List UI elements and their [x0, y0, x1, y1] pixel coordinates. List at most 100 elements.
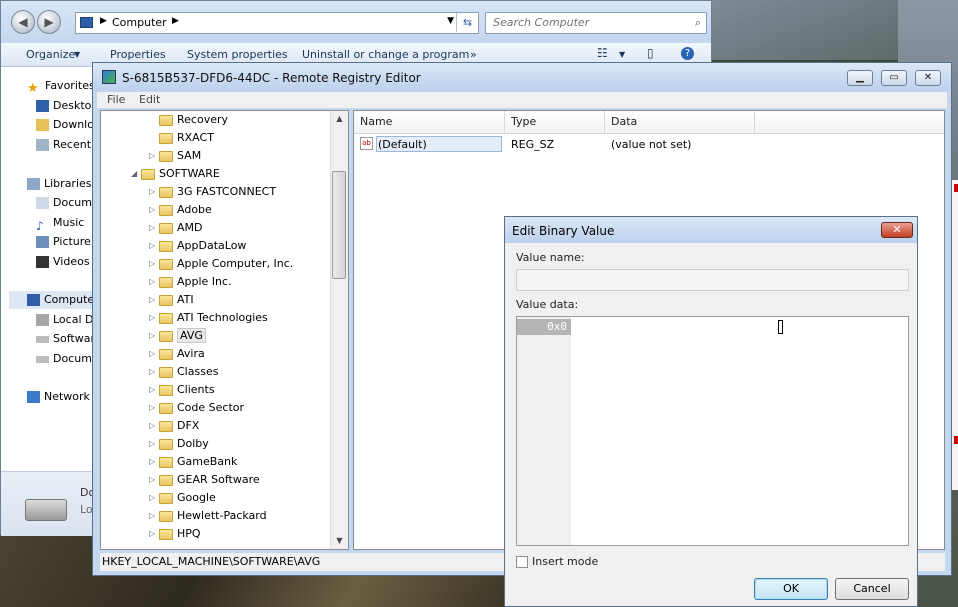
search-box[interactable]: ⌕	[485, 12, 707, 34]
column-type[interactable]: Type	[511, 115, 536, 128]
tree-item[interactable]: ▷ Apple Computer, Inc.	[149, 255, 293, 273]
tree-item[interactable]: ▷ Google	[149, 489, 216, 507]
minimize-button[interactable]: ▁	[847, 70, 873, 86]
dialog-close-button[interactable]: ✕	[881, 222, 913, 238]
help-icon[interactable]: ?	[681, 47, 694, 60]
column-data[interactable]: Data	[611, 115, 637, 128]
expander-icon[interactable]: ▷	[149, 255, 159, 273]
nav-downloads[interactable]: Downlo	[36, 116, 94, 134]
expander-icon[interactable]: ▷	[149, 471, 159, 489]
tree-item[interactable]: ▷ AppDataLow	[149, 237, 246, 255]
tree-item[interactable]: ▷ 3G FASTCONNECT	[149, 183, 276, 201]
system-properties-button[interactable]: System properties	[187, 48, 288, 61]
expander-icon[interactable]: ▷	[149, 363, 159, 381]
menu-edit[interactable]: Edit	[139, 93, 160, 106]
view-dropdown-icon[interactable]: ▼	[619, 50, 625, 59]
nav-music[interactable]: ♪ Music	[36, 214, 84, 233]
expander-icon[interactable]: ▷	[149, 237, 159, 255]
scroll-down-icon[interactable]: ▼	[331, 533, 348, 549]
expander-icon[interactable]: ▷	[149, 525, 159, 543]
registry-title-bar[interactable]: S-6815B537-DFD6-44DC - Remote Registry E…	[93, 63, 951, 91]
nav-pictures[interactable]: Picture	[36, 233, 91, 251]
nav-local-disk[interactable]: Local D	[36, 311, 93, 329]
tree-item[interactable]: ▷ SAM	[149, 147, 201, 165]
properties-button[interactable]: Properties	[110, 48, 166, 61]
expander-icon[interactable]: ▷	[149, 309, 159, 327]
view-options-icon[interactable]: ☷	[597, 46, 608, 60]
tree-scrollbar[interactable]: ▲ ▼	[330, 111, 348, 549]
tree-item[interactable]: ▷ Code Sector	[149, 399, 244, 417]
scroll-up-icon[interactable]: ▲	[331, 111, 348, 127]
uninstall-program-button[interactable]: Uninstall or change a program	[302, 48, 469, 61]
nav-recent[interactable]: Recent	[36, 136, 91, 154]
nav-libraries[interactable]: Libraries	[27, 175, 92, 193]
expander-icon[interactable]: ▷	[149, 453, 159, 471]
tree-item[interactable]: ▷ Clients	[149, 381, 215, 399]
tree-item[interactable]: ▷ Adobe	[149, 201, 212, 219]
more-toolbar-button[interactable]: »	[470, 48, 477, 61]
close-button[interactable]: ✕	[915, 70, 941, 86]
column-name[interactable]: Name	[360, 115, 392, 128]
expander-icon[interactable]: ◢	[131, 165, 141, 183]
expander-icon[interactable]: ▷	[149, 417, 159, 435]
expander-icon[interactable]: ▷	[149, 507, 159, 525]
tree-item[interactable]: Recovery	[149, 111, 228, 129]
menu-file[interactable]: File	[107, 93, 125, 106]
expander-icon[interactable]: ▷	[149, 201, 159, 219]
nav-documents[interactable]: Docum	[36, 194, 92, 212]
ok-button[interactable]: OK	[754, 578, 828, 600]
tree-item[interactable]: ▷ GameBank	[149, 453, 237, 471]
organize-button[interactable]: Organize	[26, 48, 75, 61]
tree-item[interactable]: ▷ Apple Inc.	[149, 273, 232, 291]
nav-software-drive[interactable]: Softwar	[36, 330, 95, 348]
expander-icon[interactable]: ▷	[149, 219, 159, 237]
expander-icon[interactable]: ▷	[149, 435, 159, 453]
address-dropdown-icon[interactable]: ▼	[447, 16, 454, 26]
registry-tree[interactable]: Recovery RXACT ▷ SAM ◢ SOFTWARE ▷ 3G FASTCONNEC…	[100, 110, 349, 550]
expander-icon[interactable]: ▷	[149, 291, 159, 309]
tree-item[interactable]: ▷ HPQ	[149, 525, 201, 543]
nav-favorites[interactable]: ★ Favorites	[27, 77, 95, 96]
tree-item[interactable]: ▷ Dolby	[149, 435, 209, 453]
insert-mode-label[interactable]: Insert mode	[532, 555, 598, 568]
tree-item[interactable]: ▷ Hewlett-Packard	[149, 507, 267, 525]
tree-item[interactable]: ▷ Avira	[149, 345, 205, 363]
nav-desktop[interactable]: Desktop	[36, 97, 98, 115]
tree-item[interactable]: RXACT	[149, 129, 214, 147]
tree-item[interactable]: ▷ ATI	[149, 291, 194, 309]
expander-icon[interactable]: ▷	[149, 399, 159, 417]
value-name[interactable]: (Default)	[378, 136, 427, 154]
expander-icon[interactable]: ▷	[149, 273, 159, 291]
column-divider[interactable]	[754, 111, 755, 133]
nav-documents-drive[interactable]: Docum	[36, 350, 92, 368]
tree-item[interactable]: ▷ Classes	[149, 363, 218, 381]
search-input[interactable]	[491, 15, 685, 30]
refresh-button[interactable]: ⇆	[456, 13, 478, 32]
cancel-button[interactable]: Cancel	[835, 578, 909, 600]
nav-network[interactable]: Network	[27, 388, 90, 406]
column-divider[interactable]	[504, 111, 505, 133]
column-divider[interactable]	[604, 111, 605, 133]
expander-icon[interactable]: ▷	[149, 147, 159, 165]
tree-item[interactable]: ▷ GEAR Software	[149, 471, 260, 489]
value-data-editor[interactable]: 0x0	[516, 316, 909, 546]
expander-icon[interactable]: ▷	[149, 381, 159, 399]
expander-icon[interactable]: ▷	[149, 327, 159, 345]
tree-item[interactable]: ◢ SOFTWARE	[131, 165, 220, 183]
tree-item[interactable]: ▷ DFX	[149, 417, 199, 435]
nav-videos[interactable]: Videos	[36, 253, 90, 271]
maximize-button[interactable]: ▭	[881, 70, 907, 86]
insert-mode-checkbox[interactable]	[516, 556, 528, 568]
nav-computer[interactable]: Compute	[9, 291, 97, 309]
preview-pane-icon[interactable]: ▯	[647, 46, 654, 60]
back-button[interactable]: ◀	[11, 10, 35, 34]
tree-item[interactable]: ▷ AMD	[149, 219, 203, 237]
tree-item[interactable]: ▷ ATI Technologies	[149, 309, 268, 327]
expander-icon[interactable]: ▷	[149, 183, 159, 201]
scrollbar-thumb[interactable]	[332, 171, 346, 279]
search-icon[interactable]: ⌕	[695, 16, 701, 30]
expander-icon[interactable]: ▷	[149, 489, 159, 507]
expander-icon[interactable]: ▷	[149, 345, 159, 363]
forward-button[interactable]: ▶	[37, 10, 61, 34]
dialog-title-bar[interactable]: Edit Binary Value ✕	[505, 217, 917, 243]
